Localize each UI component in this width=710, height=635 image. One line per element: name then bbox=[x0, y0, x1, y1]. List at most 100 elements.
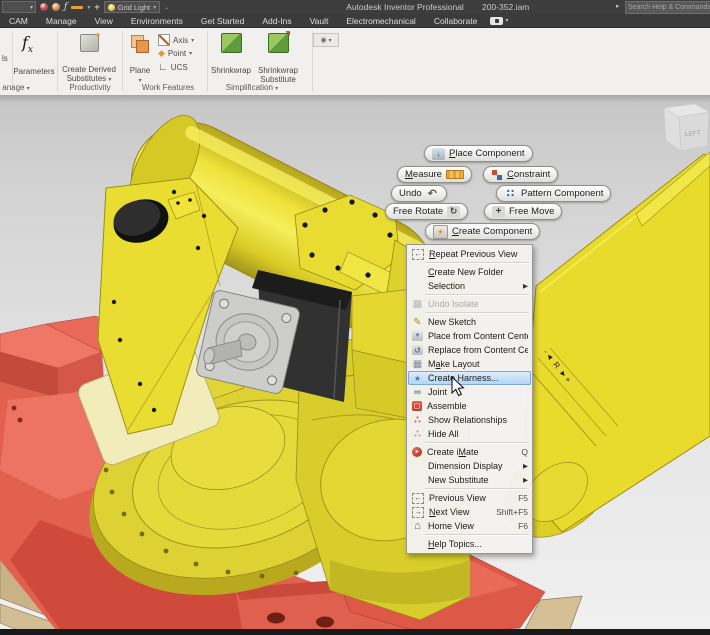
previous-view-icon bbox=[412, 493, 424, 504]
context-menu-item-replace-from-content-center[interactable]: Replace from Content Center... bbox=[408, 343, 531, 357]
context-menu-item-make-layout[interactable]: Make Layout bbox=[408, 357, 531, 371]
search-input[interactable]: Search Help & Commands... bbox=[625, 1, 710, 14]
context-menu-item-place-from-content-center[interactable]: Place from Content Center... bbox=[408, 329, 531, 343]
point-icon: ◆ bbox=[158, 48, 165, 59]
shrinkwrap-substitute-label-1: Shrinkwrap bbox=[252, 66, 304, 75]
tab-manage[interactable]: Manage bbox=[37, 16, 86, 26]
material-dropdown[interactable]: ▾ bbox=[2, 1, 36, 13]
submenu-arrow-icon: ▶ bbox=[519, 476, 528, 484]
appearance-sphere-icon[interactable] bbox=[40, 3, 48, 11]
menu-item-label: Joint bbox=[428, 387, 528, 397]
menu-item-label: Undo Isolate bbox=[428, 299, 528, 309]
menu-item-label: Assemble bbox=[427, 401, 528, 411]
adjust-sphere-icon[interactable] bbox=[52, 3, 60, 11]
context-menu-item-joint[interactable]: Joint bbox=[408, 385, 531, 399]
tab-cam[interactable]: CAM bbox=[0, 16, 37, 26]
context-menu-item-new-substitute[interactable]: New Substitute▶ bbox=[408, 473, 531, 487]
context-menu-item-new-sketch[interactable]: New Sketch bbox=[408, 315, 531, 329]
group-simplification[interactable]: Simplification ▾ bbox=[207, 83, 297, 92]
submenu-arrow-icon: ▶ bbox=[519, 462, 528, 470]
menu-icon-spacer bbox=[410, 266, 425, 279]
plus-icon[interactable]: + bbox=[94, 2, 99, 12]
context-menu-item-create-harness[interactable]: Create Harness... bbox=[408, 371, 531, 385]
ribbon: ls anage ▾ fx Parameters Create Derived … bbox=[0, 28, 710, 96]
color-bar-icon[interactable] bbox=[71, 6, 83, 9]
menu-item-label: New Sketch bbox=[428, 317, 528, 327]
menu-item-label: Previous View bbox=[429, 493, 514, 503]
bottom-bar bbox=[0, 629, 710, 635]
next-view-icon bbox=[412, 507, 424, 518]
assemble-icon bbox=[412, 401, 422, 411]
context-menu-item-create-imate[interactable]: Create iMateQ bbox=[408, 445, 531, 459]
tab-add-ins[interactable]: Add-Ins bbox=[253, 16, 300, 26]
tab-vault[interactable]: Vault bbox=[301, 16, 338, 26]
context-menu-item-repeat-previous-view[interactable]: Repeat Previous View bbox=[408, 247, 531, 261]
menu-separator bbox=[425, 312, 529, 314]
context-menu-item-home-view[interactable]: Home ViewF6 bbox=[408, 519, 531, 533]
circle-icon: ◉ bbox=[320, 36, 326, 44]
tab-collaborate[interactable]: Collaborate bbox=[425, 16, 486, 26]
context-menu-item-next-view[interactable]: Next ViewShift+F5 bbox=[408, 505, 531, 519]
3d-viewport[interactable]: LEFT bbox=[0, 96, 710, 629]
group-productivity[interactable]: Productivity bbox=[60, 83, 120, 92]
title-bar: ▾ ƒ ▾ + Grid Light ▾ ⌄ Autodesk Inventor… bbox=[0, 0, 710, 14]
ucs-icon: ∟ bbox=[158, 62, 168, 73]
place-content-icon bbox=[412, 331, 423, 341]
ribbon-tabs: CAMManageViewEnvironmentsGet StartedAdd-… bbox=[0, 14, 710, 28]
chevron-down-icon: ▾ bbox=[153, 4, 156, 11]
context-menu-item-create-new-folder[interactable]: Create New Folder bbox=[408, 265, 531, 279]
context-menu-item-hide-all[interactable]: Hide All bbox=[408, 427, 531, 441]
customize-toolbar-icon[interactable]: ⌄ bbox=[164, 4, 169, 11]
search-expand-icon[interactable]: ▸ bbox=[616, 2, 620, 10]
context-menu-item-assemble[interactable]: Assemble bbox=[408, 399, 531, 413]
context-menu-item-help-topics[interactable]: Help Topics... bbox=[408, 537, 531, 551]
home-view-icon bbox=[410, 520, 425, 533]
partial-button-label: ls bbox=[2, 54, 8, 63]
menu-icon-spacer bbox=[410, 474, 425, 487]
create-derived-label-2: Substitutes ▾ bbox=[58, 74, 120, 83]
tab-electromechanical[interactable]: Electromechanical bbox=[337, 16, 424, 26]
menu-item-label: Next View bbox=[429, 507, 492, 517]
show-relationships-icon bbox=[410, 414, 425, 427]
group-work-features[interactable]: Work Features bbox=[128, 83, 208, 92]
context-menu-item-dimension-display[interactable]: Dimension Display▶ bbox=[408, 459, 531, 473]
quick-access-toolbar: ▾ ƒ ▾ + Grid Light ▾ ⌄ bbox=[2, 1, 169, 13]
context-menu-item-show-relationships[interactable]: Show Relationships bbox=[408, 413, 531, 427]
ucs-label: UCS bbox=[171, 63, 188, 72]
tab-view[interactable]: View bbox=[86, 16, 122, 26]
menu-item-label: Make Layout bbox=[428, 359, 528, 369]
hide-all-icon bbox=[410, 428, 425, 441]
menu-separator bbox=[425, 442, 529, 444]
point-button[interactable]: ◆ Point▾ bbox=[158, 48, 192, 59]
grid-light-dropdown[interactable]: Grid Light ▾ bbox=[104, 1, 161, 13]
new-sketch-icon bbox=[410, 316, 425, 329]
make-layout-icon bbox=[410, 358, 425, 371]
ucs-button[interactable]: ∟ UCS bbox=[158, 62, 188, 73]
context-menu-item-selection[interactable]: Selection▶ bbox=[408, 279, 531, 293]
axis-button[interactable]: Axis▾ bbox=[158, 34, 194, 46]
menu-item-label: Repeat Previous View bbox=[429, 249, 528, 259]
screencast-camera-icon[interactable]: ▾ bbox=[490, 17, 508, 25]
view-cube[interactable]: LEFT bbox=[664, 104, 709, 151]
tab-get-started[interactable]: Get Started bbox=[192, 16, 253, 26]
lighting-icon bbox=[108, 4, 115, 11]
parameters-quick-icon[interactable]: ƒ bbox=[64, 3, 67, 12]
ribbon-display-options-button[interactable]: ◉▾ bbox=[313, 33, 339, 47]
context-menu-item-previous-view[interactable]: Previous ViewF5 bbox=[408, 491, 531, 505]
menu-item-shortcut: Shift+F5 bbox=[492, 507, 528, 517]
menu-item-label: Hide All bbox=[428, 429, 528, 439]
cursor-arrow bbox=[450, 376, 466, 398]
document-name: 200-352.iam bbox=[482, 2, 529, 12]
shrinkwrap-label: Shrinkwrap bbox=[205, 66, 257, 75]
menu-item-label: New Substitute bbox=[428, 475, 519, 485]
menu-item-label: Help Topics... bbox=[428, 539, 528, 549]
create-derived-label-1: Create Derived bbox=[58, 65, 120, 74]
tab-environments[interactable]: Environments bbox=[122, 16, 192, 26]
chevron-down-icon[interactable]: ▾ bbox=[87, 4, 90, 11]
shrinkwrap-substitute-icon bbox=[268, 33, 289, 53]
ribbon-separator bbox=[207, 31, 208, 91]
axis-icon bbox=[158, 34, 170, 46]
menu-item-label: Show Relationships bbox=[428, 415, 528, 425]
menu-item-label: Place from Content Center... bbox=[428, 331, 528, 341]
parameters-label: Parameters bbox=[8, 67, 60, 76]
